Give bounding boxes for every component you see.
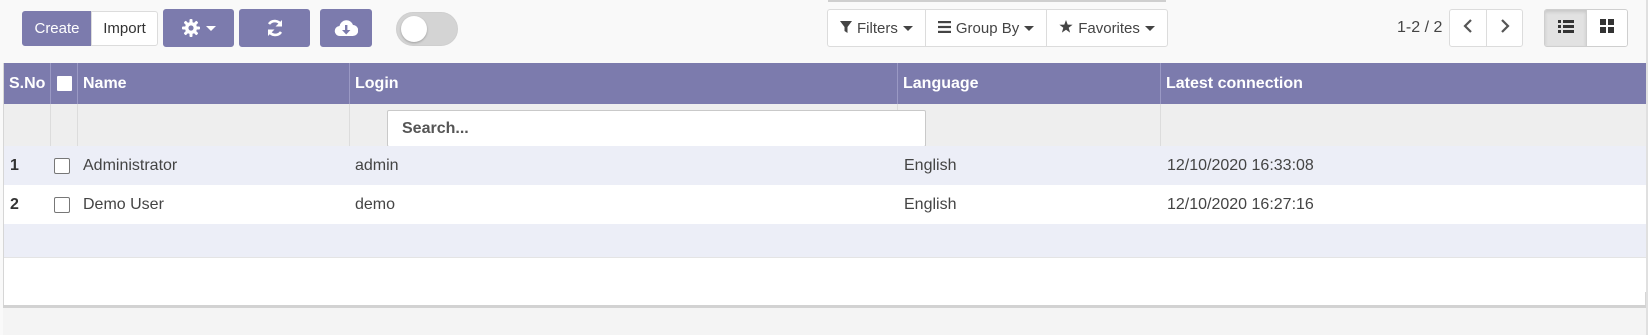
- filter-cell: [4, 104, 51, 149]
- gear-icon: [181, 18, 201, 38]
- create-button[interactable]: Create: [22, 11, 92, 46]
- table-footer: [3, 308, 1646, 335]
- control-panel: Create Import Filters Group By Favorites…: [0, 0, 1648, 62]
- refresh-icon: [265, 18, 285, 38]
- star-icon: [1059, 19, 1078, 37]
- filter-cell: [898, 104, 1161, 149]
- filter-row: [4, 104, 1647, 152]
- row-name: Demo User: [83, 196, 164, 213]
- filter-cell: [78, 104, 350, 149]
- row-login: admin: [355, 157, 399, 174]
- table-row[interactable]: 2 Demo User demo English 12/10/2020 16:2…: [4, 185, 1647, 225]
- row-name: Administrator: [83, 157, 178, 174]
- filters-dropdown[interactable]: Filters: [828, 10, 926, 46]
- row-checkbox[interactable]: [54, 197, 70, 213]
- row-checkbox-cell: [54, 146, 70, 186]
- search-options: Filters Group By Favorites: [827, 9, 1168, 47]
- filters-label: Filters: [857, 19, 898, 37]
- row-language: English: [904, 157, 957, 174]
- table-header: S.No Name Login Language Latest connecti…: [4, 63, 1647, 104]
- row-checkbox-cell: [54, 185, 70, 225]
- bars-icon: [937, 20, 956, 37]
- search-bar-edge: [828, 0, 1166, 2]
- row-latest-connection: 12/10/2020 16:33:08: [1167, 157, 1314, 174]
- download-button[interactable]: [320, 9, 372, 47]
- header-language[interactable]: Language: [898, 63, 1161, 104]
- toggle-knob: [401, 16, 427, 42]
- row-checkbox[interactable]: [54, 158, 70, 174]
- pager-buttons: [1449, 9, 1523, 47]
- favorites-label: Favorites: [1078, 19, 1140, 37]
- chevron-left-icon: [1463, 19, 1473, 37]
- header-name[interactable]: Name: [78, 63, 350, 104]
- refresh-button[interactable]: [239, 9, 310, 47]
- action-gear-button[interactable]: [163, 9, 234, 47]
- users-table: S.No Name Login Language Latest connecti…: [3, 63, 1647, 307]
- pager-next-button[interactable]: [1486, 10, 1522, 46]
- empty-row: [4, 258, 1647, 292]
- login-search-input[interactable]: [387, 110, 926, 147]
- chevron-right-icon: [1500, 19, 1510, 37]
- import-button[interactable]: Import: [91, 11, 158, 46]
- chevron-down-icon: [902, 25, 913, 31]
- row-login: demo: [355, 196, 396, 213]
- cloud-download-icon: [334, 19, 358, 37]
- pager-previous-button[interactable]: [1450, 10, 1486, 46]
- table-row[interactable]: 1 Administrator admin English 12/10/2020…: [4, 146, 1647, 186]
- header-select-all[interactable]: [51, 63, 78, 104]
- filter-cell: [51, 104, 78, 149]
- row-language: English: [904, 196, 957, 213]
- header-login[interactable]: Login: [350, 63, 898, 104]
- empty-row: [4, 224, 1647, 258]
- row-latest-connection: 12/10/2020 16:27:16: [1167, 196, 1314, 213]
- select-all-checkbox[interactable]: [57, 76, 72, 91]
- toggle-switch[interactable]: [396, 12, 458, 46]
- kanban-view-button[interactable]: [1586, 10, 1627, 46]
- chevron-down-icon: [1024, 25, 1035, 31]
- row-sno: 2: [10, 196, 19, 213]
- list-view-button[interactable]: [1545, 10, 1586, 46]
- favorites-dropdown[interactable]: Favorites: [1047, 10, 1167, 46]
- group-by-label: Group By: [955, 19, 1020, 37]
- chevron-down-icon: [206, 25, 216, 31]
- grid-icon: [1600, 19, 1614, 37]
- row-sno: 1: [10, 157, 19, 174]
- chevron-down-icon: [1144, 25, 1155, 31]
- pager-value[interactable]: 1-2 / 2: [1397, 19, 1442, 37]
- filter-icon: [840, 20, 857, 37]
- view-switcher: [1544, 9, 1628, 47]
- list-icon: [1557, 19, 1574, 37]
- group-by-dropdown[interactable]: Group By: [926, 10, 1048, 46]
- header-sno[interactable]: S.No: [4, 63, 51, 104]
- header-latest-connection[interactable]: Latest connection: [1161, 63, 1647, 104]
